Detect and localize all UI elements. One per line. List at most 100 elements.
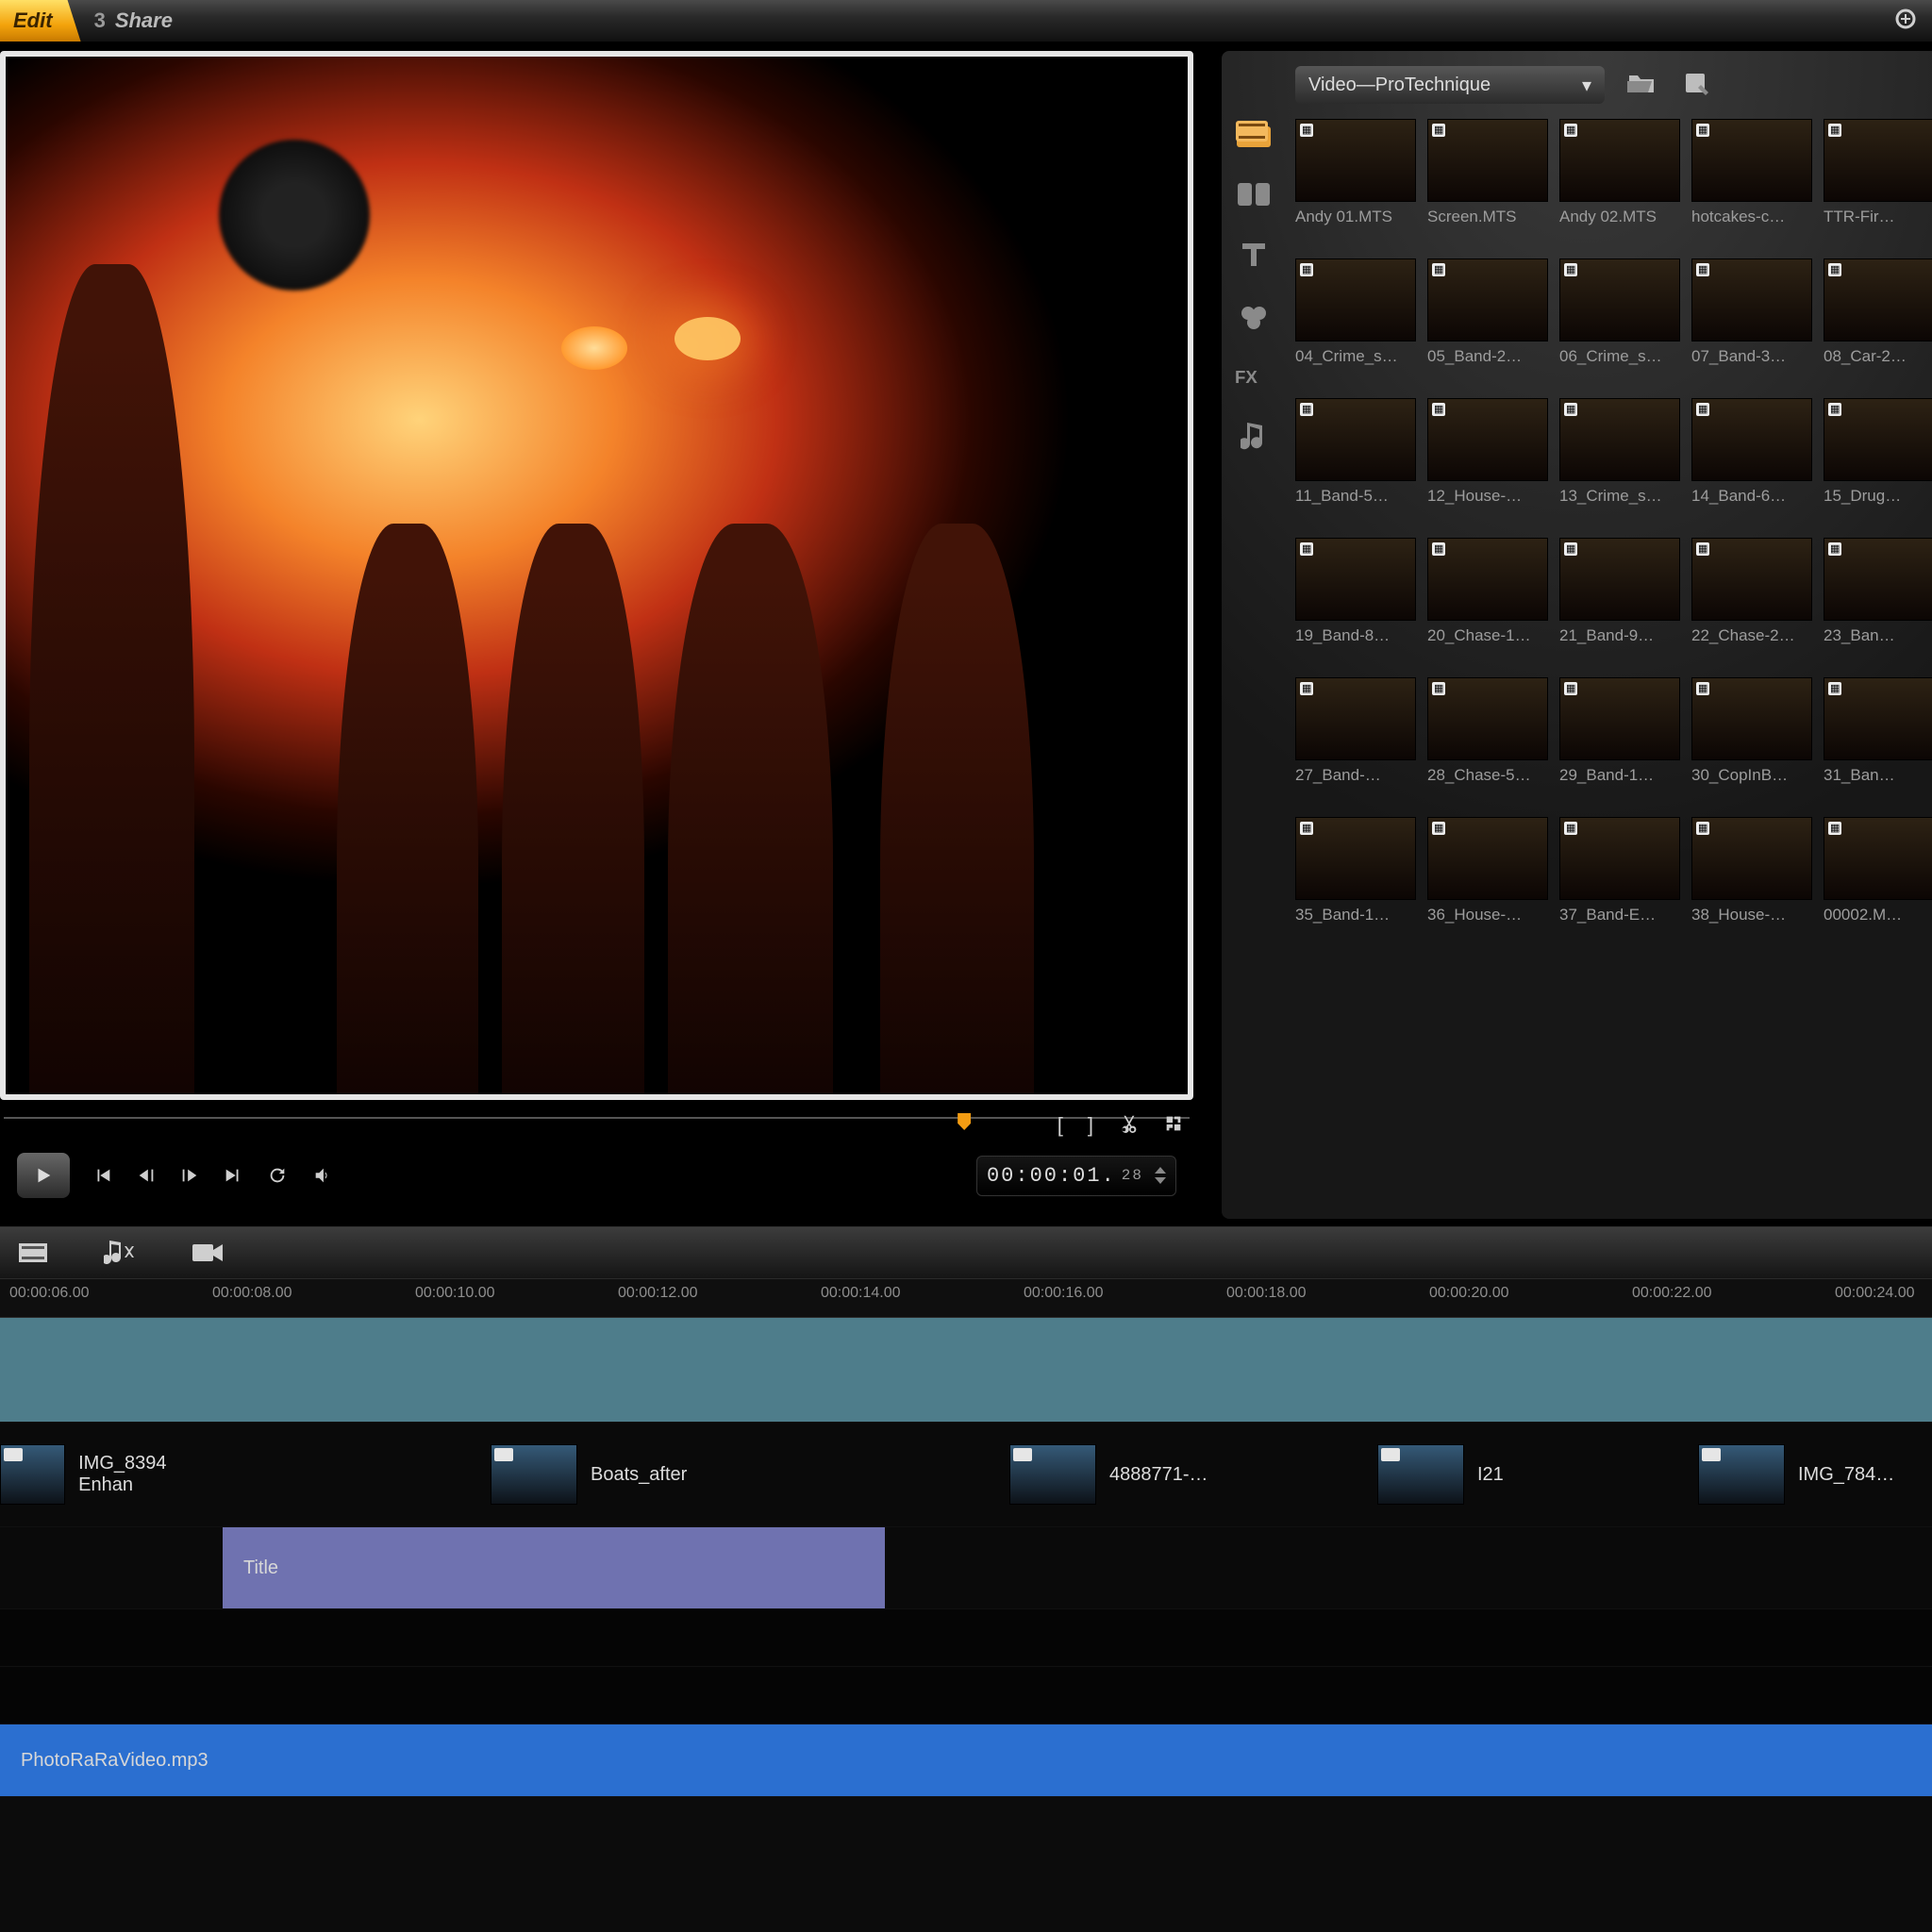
library-clip[interactable]: ▦20_Chase-1… <box>1427 538 1546 660</box>
library-clip[interactable]: ▦27_Band-… <box>1295 677 1414 800</box>
frame-fwd-icon[interactable] <box>179 1165 200 1186</box>
library-clip[interactable]: ▦38_House-… <box>1691 817 1810 940</box>
scrub-bar[interactable]: [ ] <box>4 1117 1190 1140</box>
open-folder-icon[interactable] <box>1627 72 1656 98</box>
mark-out-icon[interactable]: ] <box>1088 1113 1093 1138</box>
timecode-spinner[interactable] <box>1155 1167 1166 1184</box>
library-clip[interactable]: ▦31_Ban… <box>1824 677 1932 800</box>
spare-track[interactable] <box>0 1667 1932 1724</box>
library-grid: ▦Andy 01.MTS▦Screen.MTS▦Andy 02.MTS▦hotc… <box>1295 119 1932 940</box>
library-clip[interactable]: ▦TTR-Fir… <box>1824 119 1932 242</box>
ruler-tick: 00:00:06.00 <box>9 1285 90 1302</box>
library-clip[interactable]: ▦hotcakes-c… <box>1691 119 1810 242</box>
clip-badge-icon: ▦ <box>1564 822 1577 835</box>
graphic-tab-icon[interactable] <box>1239 302 1269 332</box>
tab-share[interactable]: 3 Share <box>81 0 201 42</box>
zoom-fit-icon[interactable] <box>1894 8 1921 34</box>
cut-icon[interactable] <box>1118 1113 1139 1138</box>
clip-label: 04_Crime_s… <box>1295 347 1414 366</box>
frame-back-icon[interactable] <box>136 1165 157 1186</box>
fx-tab-icon[interactable]: FX <box>1235 366 1273 389</box>
swap-icon[interactable] <box>1163 1113 1184 1138</box>
library-clip[interactable]: ▦12_House-… <box>1427 398 1546 521</box>
library-clip[interactable]: ▦22_Chase-2… <box>1691 538 1810 660</box>
repeat-icon[interactable] <box>266 1165 289 1186</box>
mark-in-icon[interactable]: [ <box>1058 1113 1063 1138</box>
library-clip[interactable]: ▦04_Crime_s… <box>1295 258 1414 381</box>
video-clip[interactable] <box>0 1318 1932 1422</box>
overlay-clip[interactable]: I21 <box>1377 1432 1585 1517</box>
title-tab-icon[interactable] <box>1240 240 1268 268</box>
video-track[interactable] <box>0 1318 1932 1423</box>
library-clip[interactable]: ▦ 37_Band-E… <box>1559 817 1678 940</box>
library-clip[interactable]: ▦00002.M… <box>1824 817 1932 940</box>
clip-label: 06_Crime_s… <box>1559 347 1678 366</box>
tab-edit[interactable]: Edit <box>0 0 81 42</box>
library-clip[interactable]: ▦06_Crime_s… <box>1559 258 1678 381</box>
overlay-clip[interactable]: 4888771-… <box>1009 1432 1274 1517</box>
library-clip[interactable]: ▦28_Chase-5… <box>1427 677 1546 800</box>
title-clip-label: Title <box>243 1557 278 1579</box>
clip-badge-icon: ▦ <box>1300 403 1313 416</box>
library-clip[interactable]: ▦08_Car-2… <box>1824 258 1932 381</box>
title-track[interactable]: Title <box>0 1527 1932 1609</box>
timeline-ruler[interactable]: 00:00:06.0000:00:08.0000:00:10.0000:00:1… <box>0 1278 1932 1318</box>
library-clip[interactable]: ▦21_Band-9… <box>1559 538 1678 660</box>
import-icon[interactable] <box>1684 72 1710 98</box>
clip-label: 31_Ban… <box>1824 766 1932 785</box>
library-clip[interactable]: ▦15_Drug… <box>1824 398 1932 521</box>
chevron-down-icon: ▾ <box>1582 74 1591 97</box>
preview-frame[interactable] <box>0 51 1193 1100</box>
timeline-tool-audio-icon[interactable] <box>104 1241 136 1265</box>
ruler-tick: 00:00:16.00 <box>1024 1285 1104 1302</box>
clip-label: 30_CopInB… <box>1691 766 1810 785</box>
go-end-icon[interactable] <box>223 1165 243 1186</box>
library-clip[interactable]: ▦36_House-… <box>1427 817 1546 940</box>
library-clip[interactable]: ▦19_Band-8… <box>1295 538 1414 660</box>
timecode-display[interactable]: 00:00:01.28 <box>976 1156 1176 1196</box>
clip-label: Screen.MTS <box>1427 208 1546 226</box>
clip-label: 21_Band-9… <box>1559 626 1678 645</box>
scrub-handle[interactable] <box>958 1113 971 1130</box>
library-clip[interactable]: ▦Andy 02.MTS <box>1559 119 1678 242</box>
library-clip[interactable]: ▦ Screen.MTS <box>1427 119 1546 242</box>
clip-label: 35_Band-1… <box>1295 906 1414 924</box>
library-clip[interactable]: ▦13_Crime_s… <box>1559 398 1678 521</box>
media-tab-icon[interactable] <box>1236 121 1272 149</box>
overlay-clip[interactable]: IMG_784… <box>1698 1432 1932 1517</box>
clip-badge-icon: ▦ <box>1696 682 1709 695</box>
clip-label: 15_Drug… <box>1824 487 1932 506</box>
library-clip[interactable]: ▦11_Band-5… <box>1295 398 1414 521</box>
voice-track[interactable] <box>0 1609 1932 1667</box>
transition-tab-icon[interactable] <box>1238 183 1270 206</box>
go-start-icon[interactable] <box>92 1165 113 1186</box>
library-clip[interactable]: ▦23_Ban… <box>1824 538 1932 660</box>
clip-badge-icon: ▦ <box>1300 124 1313 137</box>
library-clip[interactable]: ▦35_Band-1… <box>1295 817 1414 940</box>
volume-icon[interactable] <box>311 1165 334 1186</box>
audio-clip[interactable]: PhotoRaRaVideo.mp3 <box>0 1724 1932 1796</box>
clip-thumbnail: ▦ <box>1427 398 1548 481</box>
library-clip[interactable]: ▦14_Band-6… <box>1691 398 1810 521</box>
library-clip[interactable]: ▦Andy 01.MTS <box>1295 119 1414 242</box>
audio-tab-icon[interactable] <box>1241 423 1267 453</box>
music-track[interactable]: PhotoRaRaVideo.mp3 <box>0 1724 1932 1797</box>
overlay-clip[interactable]: Boats_after <box>491 1432 745 1517</box>
clip-thumbnail: ▦ <box>1824 817 1932 900</box>
timeline-tool-record-icon[interactable] <box>192 1241 225 1265</box>
timeline-panel: 00:00:06.0000:00:08.0000:00:10.0000:00:1… <box>0 1226 1932 1932</box>
library-clip[interactable]: ▦ 30_CopInB… <box>1691 677 1810 800</box>
clip-label: 38_House-… <box>1691 906 1810 924</box>
overlay-clip[interactable]: IMG_8394 Enhan <box>0 1432 189 1517</box>
library-clip[interactable]: ▦05_Band-2… <box>1427 258 1546 381</box>
clip-thumbnail: ▦ <box>1427 119 1548 202</box>
library-clip[interactable]: ▦07_Band-3… <box>1691 258 1810 381</box>
timecode-value: 00:00:01. <box>987 1164 1116 1188</box>
title-clip[interactable]: Title <box>223 1527 885 1608</box>
play-button[interactable] <box>17 1153 70 1198</box>
library-folder-dropdown[interactable]: Video—ProTechnique ▾ <box>1295 66 1605 104</box>
library-clip[interactable]: ▦29_Band-1… <box>1559 677 1678 800</box>
overlay-track[interactable]: IMG_8394 Enhan Boats_after 4888771-… I21 IMG… <box>0 1423 1932 1527</box>
clip-label: 37_Band-E… <box>1559 906 1678 924</box>
timeline-tool-storyboard-icon[interactable] <box>19 1241 47 1265</box>
